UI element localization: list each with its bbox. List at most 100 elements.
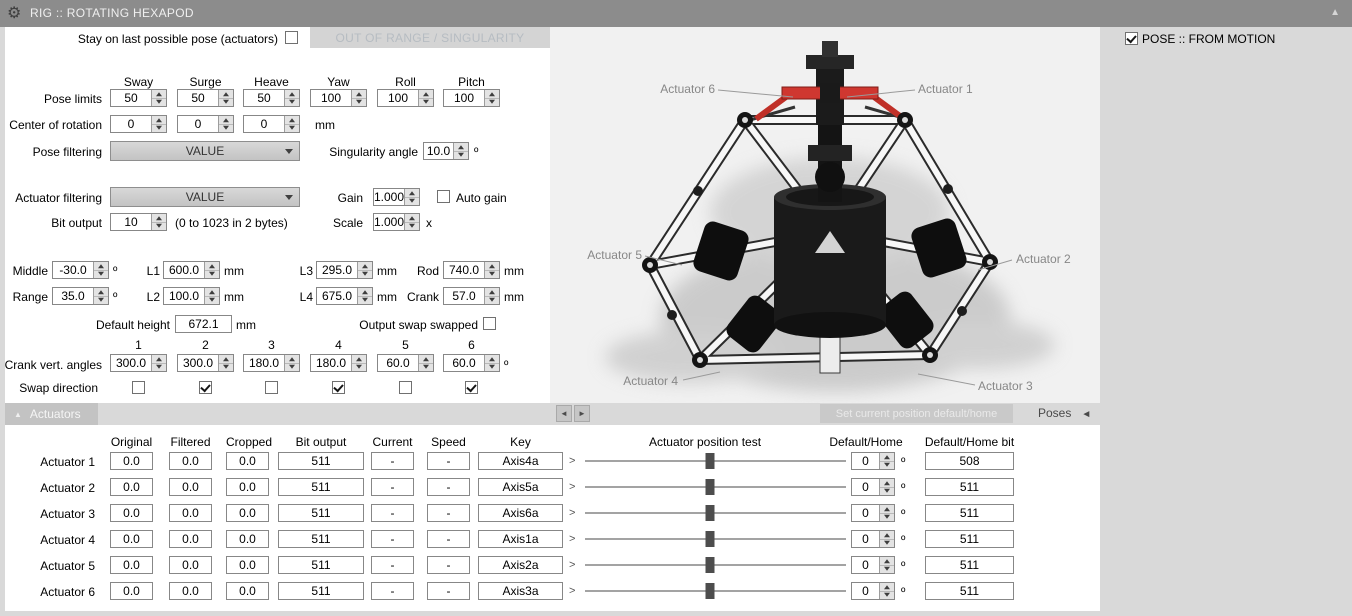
- spin-down-icon[interactable]: [285, 125, 299, 133]
- bit-output-spinner[interactable]: 10: [110, 213, 167, 231]
- spinner-arrows[interactable]: [218, 355, 233, 371]
- swap-direction-6-checkbox[interactable]: [465, 381, 478, 394]
- spin-up-icon[interactable]: [152, 214, 166, 223]
- spin-up-icon[interactable]: [880, 479, 894, 488]
- nav-next-button[interactable]: ►: [574, 405, 590, 422]
- default-home-spinner[interactable]: 0: [851, 582, 895, 600]
- crank-angle-2-spinner[interactable]: 300.0: [177, 354, 234, 372]
- key-field[interactable]: Axis5a: [478, 478, 563, 496]
- spin-down-icon[interactable]: [419, 364, 433, 372]
- spinner-arrows[interactable]: [351, 90, 366, 106]
- swap-direction-2-checkbox[interactable]: [199, 381, 212, 394]
- spinner-arrows[interactable]: [351, 355, 366, 371]
- swap-direction-3-checkbox[interactable]: [265, 381, 278, 394]
- spinner-arrows[interactable]: [218, 90, 233, 106]
- spinner-arrows[interactable]: [357, 262, 372, 278]
- nav-previous-button[interactable]: ◄: [556, 405, 572, 422]
- default-home-spinner[interactable]: 0: [851, 504, 895, 522]
- spin-up-icon[interactable]: [405, 214, 419, 223]
- spin-down-icon[interactable]: [405, 223, 419, 231]
- spinner-arrows[interactable]: [879, 557, 894, 573]
- position-test-slider[interactable]: [583, 530, 848, 548]
- spinner-arrows[interactable]: [879, 505, 894, 521]
- spin-down-icon[interactable]: [485, 271, 499, 279]
- spin-up-icon[interactable]: [419, 90, 433, 99]
- spinner-arrows[interactable]: [484, 90, 499, 106]
- spin-up-icon[interactable]: [94, 288, 108, 297]
- spin-up-icon[interactable]: [285, 355, 299, 364]
- spin-down-icon[interactable]: [352, 364, 366, 372]
- spin-down-icon[interactable]: [358, 297, 372, 305]
- slider-handle[interactable]: [706, 453, 715, 469]
- spinner-arrows[interactable]: [453, 143, 468, 159]
- crank-angle-4-spinner[interactable]: 180.0: [310, 354, 367, 372]
- spinner-arrows[interactable]: [879, 479, 894, 495]
- spin-down-icon[interactable]: [880, 592, 894, 600]
- position-test-slider[interactable]: [583, 478, 848, 496]
- swap-direction-4-checkbox[interactable]: [332, 381, 345, 394]
- spin-down-icon[interactable]: [485, 99, 499, 107]
- center-heave-spinner[interactable]: 0: [243, 115, 300, 133]
- spinner-arrows[interactable]: [879, 583, 894, 599]
- position-test-slider[interactable]: [583, 452, 848, 470]
- spin-up-icon[interactable]: [219, 355, 233, 364]
- crank-angle-5-spinner[interactable]: 60.0: [377, 354, 434, 372]
- spinner-arrows[interactable]: [484, 355, 499, 371]
- spin-down-icon[interactable]: [880, 566, 894, 574]
- key-field[interactable]: Axis4a: [478, 452, 563, 470]
- stay-last-pose-checkbox[interactable]: [285, 31, 298, 44]
- spin-up-icon[interactable]: [358, 288, 372, 297]
- l3-spinner[interactable]: 295.0: [316, 261, 373, 279]
- crank-angle-3-spinner[interactable]: 180.0: [243, 354, 300, 372]
- spinner-arrows[interactable]: [404, 214, 419, 230]
- spin-up-icon[interactable]: [152, 90, 166, 99]
- spinner-arrows[interactable]: [151, 116, 166, 132]
- hexapod-3d-viewport[interactable]: Actuator 6 Actuator 1 Actuator 5 Actuato…: [550, 27, 1100, 403]
- spin-up-icon[interactable]: [419, 355, 433, 364]
- spinner-arrows[interactable]: [418, 90, 433, 106]
- spinner-arrows[interactable]: [879, 453, 894, 469]
- spinner-arrows[interactable]: [151, 355, 166, 371]
- spin-down-icon[interactable]: [152, 99, 166, 107]
- spin-up-icon[interactable]: [880, 531, 894, 540]
- default-home-spinner[interactable]: 0: [851, 556, 895, 574]
- pose-limit-sway-spinner[interactable]: 50: [110, 89, 167, 107]
- slider-handle[interactable]: [706, 557, 715, 573]
- default-home-spinner[interactable]: 0: [851, 530, 895, 548]
- spin-down-icon[interactable]: [205, 297, 219, 305]
- key-field[interactable]: Axis6a: [478, 504, 563, 522]
- spinner-arrows[interactable]: [484, 288, 499, 304]
- spinner-arrows[interactable]: [879, 531, 894, 547]
- spin-up-icon[interactable]: [94, 262, 108, 271]
- spin-up-icon[interactable]: [880, 453, 894, 462]
- spin-up-icon[interactable]: [219, 90, 233, 99]
- pose-from-motion-checkbox[interactable]: [1125, 32, 1138, 45]
- auto-gain-checkbox[interactable]: [437, 190, 450, 203]
- spin-down-icon[interactable]: [880, 462, 894, 470]
- key-field[interactable]: Axis1a: [478, 530, 563, 548]
- output-swap-checkbox[interactable]: [483, 317, 496, 330]
- position-test-slider[interactable]: [583, 582, 848, 600]
- spinner-arrows[interactable]: [284, 90, 299, 106]
- actuators-tab[interactable]: ▲ Actuators: [5, 403, 98, 425]
- spin-down-icon[interactable]: [454, 152, 468, 160]
- spin-up-icon[interactable]: [152, 355, 166, 364]
- spin-up-icon[interactable]: [485, 90, 499, 99]
- spinner-arrows[interactable]: [204, 262, 219, 278]
- spinner-arrows[interactable]: [93, 288, 108, 304]
- spin-up-icon[interactable]: [485, 288, 499, 297]
- range-spinner[interactable]: 35.0: [52, 287, 109, 305]
- spin-up-icon[interactable]: [485, 262, 499, 271]
- slider-handle[interactable]: [706, 479, 715, 495]
- default-home-spinner[interactable]: 0: [851, 478, 895, 496]
- spin-up-icon[interactable]: [880, 505, 894, 514]
- spin-up-icon[interactable]: [152, 116, 166, 125]
- spin-down-icon[interactable]: [419, 99, 433, 107]
- spin-up-icon[interactable]: [880, 557, 894, 566]
- rod-spinner[interactable]: 740.0: [443, 261, 500, 279]
- spin-up-icon[interactable]: [285, 90, 299, 99]
- spin-down-icon[interactable]: [219, 99, 233, 107]
- spin-down-icon[interactable]: [152, 364, 166, 372]
- spin-down-icon[interactable]: [205, 271, 219, 279]
- spinner-arrows[interactable]: [151, 214, 166, 230]
